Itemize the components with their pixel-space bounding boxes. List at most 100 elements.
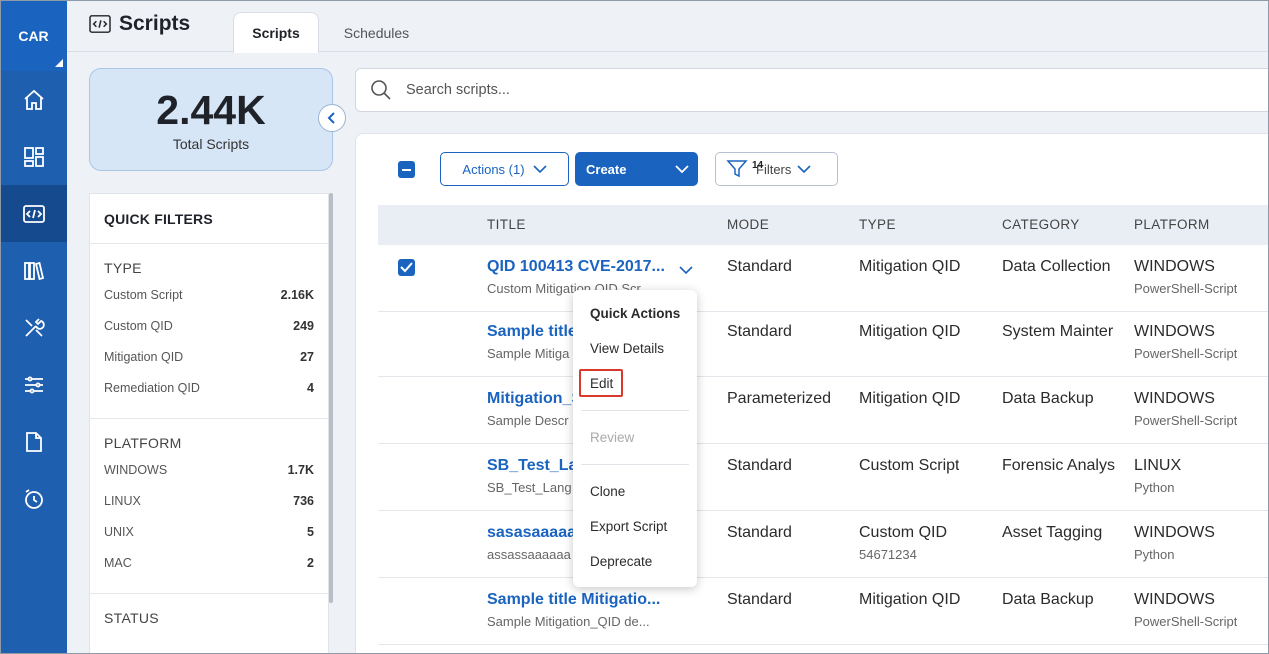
menu-item-edit[interactable]: Edit: [590, 376, 613, 391]
category-cell: System Mainter: [1002, 323, 1114, 340]
filter-count: 1.7K: [287, 463, 314, 477]
sliders-icon: [24, 376, 43, 393]
filter-count: 2: [307, 556, 314, 570]
column-header-mode[interactable]: MODE: [727, 217, 769, 232]
library-icon: [23, 261, 44, 280]
platform-value: WINDOWS: [1134, 591, 1215, 608]
menu-divider: [581, 410, 689, 411]
nav-settings[interactable]: [0, 356, 67, 413]
platform-cell: WINDOWS PowerShell-Script: [1134, 591, 1237, 629]
type-sub: 54671234: [859, 547, 917, 562]
create-button[interactable]: Create: [575, 152, 698, 186]
filter-count: 27: [300, 350, 314, 364]
category-cell: Data Backup: [1002, 390, 1094, 407]
script-title-link[interactable]: Sample title Mitigatio...: [487, 591, 672, 609]
tab-scripts[interactable]: Scripts: [233, 12, 319, 53]
chevron-down-icon: [675, 164, 689, 173]
check-icon: [400, 262, 413, 273]
nav-library[interactable]: [0, 242, 67, 299]
tools-icon: [24, 317, 45, 337]
filter-item-custom-qid[interactable]: Custom QID 249: [104, 319, 314, 350]
mode-cell: Standard: [727, 591, 792, 608]
nav-reports[interactable]: [0, 413, 67, 470]
chevron-down-icon: [532, 164, 547, 173]
document-icon: [25, 431, 42, 452]
menu-item-export-script[interactable]: Export Script: [590, 519, 667, 534]
filter-label: LINUX: [104, 494, 141, 508]
nav-home[interactable]: [0, 71, 67, 128]
app-switcher[interactable]: CAR: [0, 0, 67, 71]
filter-item-unix[interactable]: UNIX 5: [104, 525, 314, 556]
total-scripts-value: 2.44K: [156, 87, 266, 133]
dashboard-icon: [23, 146, 44, 167]
filter-label: Custom QID: [104, 319, 173, 333]
nav-scripts[interactable]: [0, 185, 67, 242]
nav-history[interactable]: [0, 470, 67, 527]
type-cell: Mitigation QID: [859, 323, 960, 346]
actions-button[interactable]: Actions (1): [440, 152, 569, 186]
nav-tools[interactable]: [0, 299, 67, 356]
filters-button[interactable]: 14 Filters: [715, 152, 838, 186]
collapse-panel-button[interactable]: [318, 104, 346, 132]
status-filter-heading: STATUS: [104, 610, 159, 626]
column-header-title[interactable]: TITLE: [487, 217, 526, 232]
mode-cell: Standard: [727, 323, 792, 340]
script-title-link[interactable]: QID 100413 CVE-2017...: [487, 258, 672, 276]
filter-item-mac[interactable]: MAC 2: [104, 556, 314, 587]
tab-schedules[interactable]: Schedules: [329, 12, 424, 53]
menu-item-clone[interactable]: Clone: [590, 484, 625, 499]
platform-value: WINDOWS: [1134, 258, 1215, 275]
filter-item-custom-script[interactable]: Custom Script 2.16K: [104, 288, 314, 319]
row-actions-toggle[interactable]: [673, 257, 699, 283]
platform-sub: PowerShell-Script: [1134, 281, 1238, 296]
script-description: Sample Mitigation_QID de...: [487, 614, 650, 629]
home-icon: [23, 89, 44, 110]
chevron-down-icon: [797, 164, 811, 173]
platform-filter-section: PLATFORM WINDOWS 1.7K LINUX 736 UNIX 5 MAC 2: [90, 419, 328, 594]
menu-item-deprecate[interactable]: Deprecate: [590, 554, 652, 569]
filter-count: 5: [307, 525, 314, 539]
table-row[interactable]: Sample title Sample Mitiga Standard Miti…: [378, 310, 1269, 377]
page-title-text: Scripts: [119, 12, 191, 35]
platform-sub: PowerShell-Script: [1134, 614, 1238, 629]
platform-filter-heading: PLATFORM: [104, 435, 182, 451]
filter-item-linux[interactable]: LINUX 736: [104, 494, 314, 525]
scripts-table-panel: Actions (1) Create 14 Filters TITLE MODE…: [355, 133, 1269, 654]
left-nav-rail: CAR: [0, 0, 67, 654]
filter-label: UNIX: [104, 525, 134, 539]
column-header-type[interactable]: TYPE: [859, 217, 896, 232]
category-cell: Data Collection: [1002, 258, 1111, 275]
filter-item-remediation-qid[interactable]: Remediation QID 4: [104, 381, 314, 412]
chevron-left-icon: [327, 112, 335, 124]
type-value: Mitigation QID: [859, 323, 961, 340]
filters-scrollbar[interactable]: [329, 193, 333, 603]
platform-sub: Python: [1134, 547, 1175, 562]
platform-value: WINDOWS: [1134, 390, 1215, 407]
column-header-category[interactable]: CATEGORY: [1002, 217, 1080, 232]
row-checkbox[interactable]: [398, 259, 415, 276]
column-header-platform[interactable]: PLATFORM: [1134, 217, 1210, 232]
search-bar: [355, 68, 1269, 112]
table-row[interactable]: QID 100413 CVE-2017... Custom Mitigation…: [378, 245, 1269, 312]
table-row[interactable]: sasasaaaaa assassaaaaaa Standard Custom …: [378, 511, 1269, 578]
platform-sub: Python: [1134, 480, 1175, 495]
category-cell: Forensic Analys: [1002, 457, 1115, 474]
total-scripts-label: Total Scripts: [172, 136, 250, 152]
app-switcher-corner-icon: [55, 59, 63, 67]
select-all-checkbox[interactable]: [398, 161, 415, 178]
quick-actions-menu: Quick Actions View Details Edit Review C…: [573, 290, 697, 587]
platform-cell: WINDOWS PowerShell-Script: [1134, 258, 1237, 296]
table-header: TITLE MODE TYPE CATEGORY PLATFORM: [378, 205, 1269, 245]
table-row[interactable]: Sample title Mitigatio... Sample Mitigat…: [378, 578, 1269, 645]
nav-dashboard[interactable]: [0, 128, 67, 185]
platform-value: WINDOWS: [1134, 323, 1215, 340]
menu-item-view-details[interactable]: View Details: [590, 341, 664, 356]
filter-item-mitigation-qid[interactable]: Mitigation QID 27: [104, 350, 314, 381]
table-row[interactable]: SB_Test_La SB_Test_Lang Standard Custom …: [378, 444, 1269, 511]
platform-value: WINDOWS: [1134, 524, 1215, 541]
search-input[interactable]: [406, 82, 1006, 98]
filter-item-windows[interactable]: WINDOWS 1.7K: [104, 463, 314, 494]
scripts-title-icon: [89, 15, 111, 33]
category-cell: Data Backup: [1002, 591, 1094, 608]
table-row[interactable]: Mitigation_S Sample Descr Parameterized …: [378, 377, 1269, 444]
